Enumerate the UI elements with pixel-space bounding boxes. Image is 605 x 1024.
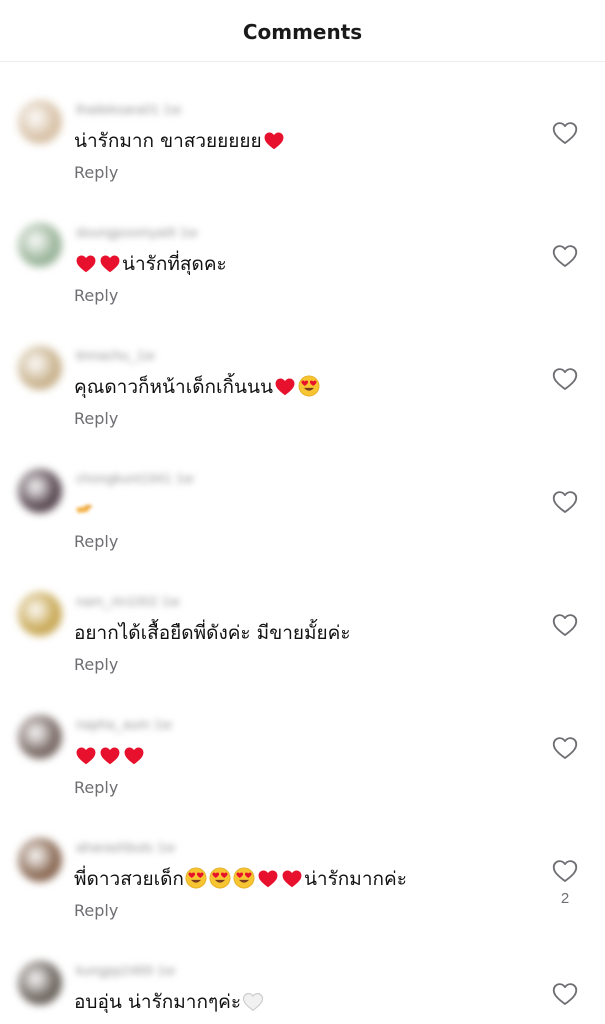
reply-button[interactable]: Reply	[74, 532, 118, 551]
red-heart-emoji-icon	[123, 745, 145, 765]
comment-body: น่ารักที่สุดคะ	[122, 253, 227, 275]
like-heart-icon[interactable]	[552, 120, 578, 144]
reply-button[interactable]: Reply	[74, 901, 118, 920]
comment-row[interactable]: doungpoomyai9 1w น่ารักที่สุดคะ Reply	[0, 185, 605, 308]
like-heart-icon[interactable]	[552, 858, 578, 882]
like-heart-icon[interactable]	[552, 366, 578, 390]
comment-list[interactable]: thaileksara01 1w น่ารักมาก ขาสวยยยยย Reply…	[0, 62, 605, 1024]
avatar[interactable]	[18, 100, 62, 144]
comment-text: อยากได้เสื้อยืดพี่ดังค่ะ มีขายมั้ยค่ะ	[74, 620, 351, 646]
comment-row[interactable]: thaileksara01 1w น่ารักมาก ขาสวยยยยย Reply	[0, 62, 605, 185]
like-heart-icon[interactable]	[552, 489, 578, 513]
red-heart-emoji-icon	[75, 253, 97, 273]
comment-text: น่ารักมาก ขาสวยยยยย	[74, 128, 286, 154]
red-heart-emoji-icon	[274, 376, 296, 396]
comment-row[interactable]: chongkunt1941 1w Reply	[0, 431, 605, 554]
comment-text: น่ารักที่สุดคะ	[74, 251, 227, 277]
avatar[interactable]	[18, 838, 62, 882]
pointing-hand-emoji-icon	[74, 497, 94, 513]
comment-username[interactable]: thaileksara01 1w	[76, 101, 181, 117]
red-heart-emoji-icon	[99, 253, 121, 273]
comment-row[interactable]: napha_aum 1w Reply	[0, 677, 605, 800]
avatar[interactable]	[18, 469, 62, 513]
avatar[interactable]	[18, 223, 62, 267]
comment-body: อบอุ่น น่ารักมากๆค่ะ	[74, 991, 242, 1013]
comment-row[interactable]: nam_rin1002 1w อยากได้เสื้อยืดพี่ดังค่ะ ม…	[0, 554, 605, 677]
comment-username[interactable]: napha_aum 1w	[76, 716, 172, 732]
like-heart-icon[interactable]	[552, 243, 578, 267]
comment-text: อบอุ่น น่ารักมากๆค่ะ	[74, 989, 265, 1015]
like-heart-icon[interactable]	[552, 612, 578, 636]
reply-button[interactable]: Reply	[74, 163, 118, 182]
red-heart-emoji-icon	[257, 868, 279, 888]
avatar[interactable]	[18, 592, 62, 636]
like-heart-icon[interactable]	[552, 981, 578, 1005]
comment-body: คุณดาวก็หน้าเด็กเกิ้นนน	[74, 376, 273, 398]
comment-username[interactable]: chongkunt1941 1w	[76, 470, 194, 486]
comment-row[interactable]: kungpp2469 1w อบอุ่น น่ารักมากๆค่ะ	[0, 923, 605, 1024]
comment-text	[74, 497, 94, 525]
heart-eyes-emoji-icon	[185, 867, 207, 889]
heart-eyes-emoji-icon	[298, 375, 320, 397]
comment-username[interactable]: tinnachu_1w	[76, 347, 155, 363]
comment-text: พี่ดาวสวยเด็ก น่ารักมากค่ะ	[74, 866, 407, 892]
comment-body-trailing: น่ารักมากค่ะ	[303, 868, 407, 890]
comment-text: คุณดาวก็หน้าเด็กเกิ้นนน	[74, 374, 321, 400]
comments-header: Comments	[0, 0, 605, 62]
reply-button[interactable]: Reply	[74, 409, 118, 428]
comment-username[interactable]: aharashbuts 1w	[76, 839, 175, 855]
comment-text	[74, 743, 146, 769]
heart-eyes-emoji-icon	[209, 867, 231, 889]
avatar[interactable]	[18, 961, 62, 1005]
comment-body: พี่ดาวสวยเด็ก	[74, 868, 184, 890]
red-heart-emoji-icon	[99, 745, 121, 765]
comment-username[interactable]: nam_rin1002 1w	[76, 593, 180, 609]
reply-button[interactable]: Reply	[74, 778, 118, 797]
red-heart-emoji-icon	[263, 130, 285, 150]
comment-row[interactable]: aharashbuts 1w พี่ดาวสวยเด็ก น่ารักมากค่ะ R…	[0, 800, 605, 923]
avatar[interactable]	[18, 715, 62, 759]
comment-username[interactable]: kungpp2469 1w	[76, 962, 175, 978]
heart-eyes-emoji-icon	[233, 867, 255, 889]
comment-row[interactable]: tinnachu_1w คุณดาวก็หน้าเด็กเกิ้นนน Reply	[0, 308, 605, 431]
avatar[interactable]	[18, 346, 62, 390]
like-heart-icon[interactable]	[552, 735, 578, 759]
comment-body: น่ารักมาก ขาสวยยยยย	[74, 130, 262, 152]
red-heart-emoji-icon	[281, 868, 303, 888]
comment-username[interactable]: doungpoomyai9 1w	[76, 224, 197, 240]
white-heart-emoji-icon	[242, 991, 264, 1011]
reply-button[interactable]: Reply	[74, 286, 118, 305]
comments-sheet: Comments thaileksara01 1w น่ารักมาก ขาสวย…	[0, 0, 605, 1024]
reply-button[interactable]: Reply	[74, 655, 118, 674]
comment-body: อยากได้เสื้อยืดพี่ดังค่ะ มีขายมั้ยค่ะ	[74, 622, 351, 644]
red-heart-emoji-icon	[75, 745, 97, 765]
like-count: 2	[560, 890, 570, 907]
page-title: Comments	[242, 19, 363, 44]
